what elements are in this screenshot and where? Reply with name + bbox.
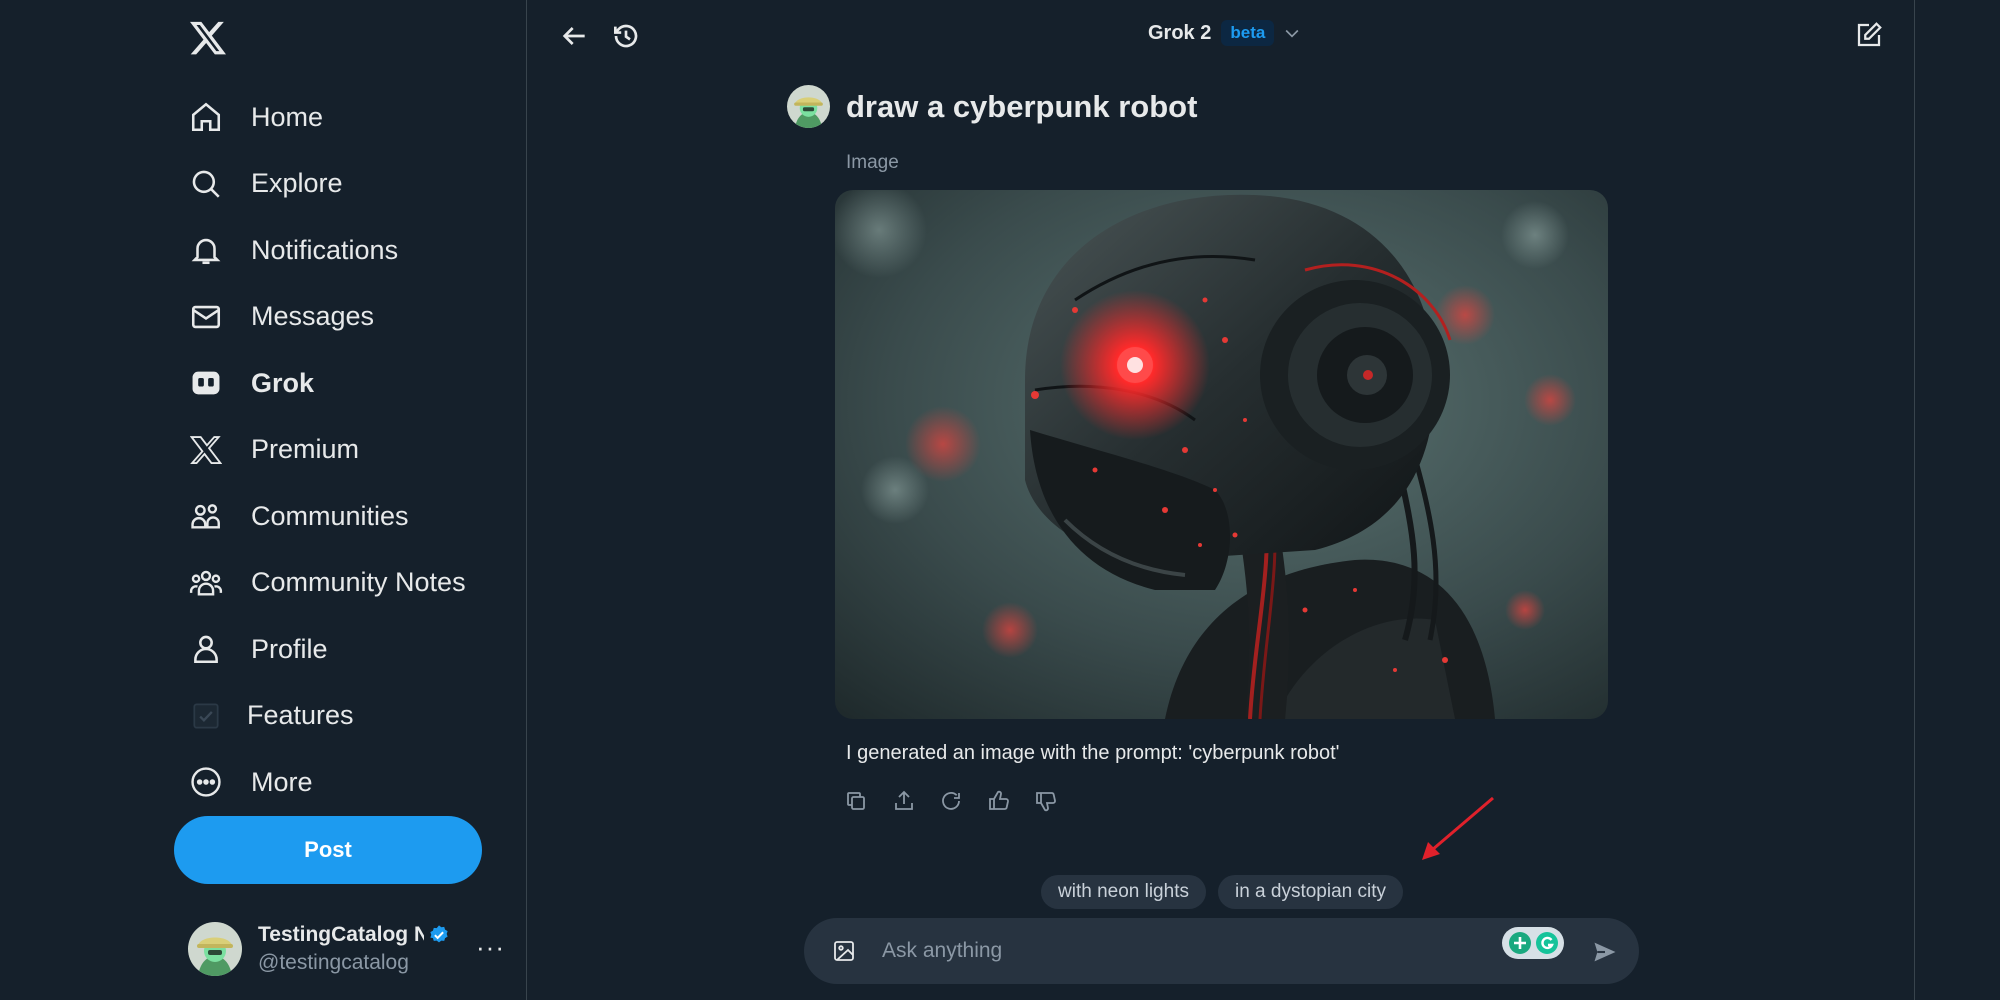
annotation-arrow-icon [1410, 790, 1500, 870]
community-notes-icon [188, 565, 224, 601]
regenerate-icon[interactable] [939, 789, 965, 815]
account-info: TestingCatalog Ne @testingcatalog [258, 923, 450, 975]
main-nav: Home Explore Notifications Messages Grok [188, 84, 466, 816]
nav-label: Notifications [251, 234, 399, 265]
ask-input[interactable] [882, 932, 1482, 970]
nav-label: Community Notes [251, 567, 466, 598]
nav-label: Messages [251, 301, 375, 332]
nav-label: Home [251, 101, 324, 132]
back-arrow-icon[interactable] [558, 20, 590, 52]
grok-icon [188, 365, 224, 401]
thumbs-down-icon[interactable] [1034, 789, 1060, 815]
nav-item-grok[interactable]: Grok [188, 350, 466, 417]
sidebar: Home Explore Notifications Messages Grok [0, 0, 527, 1000]
nav-item-home[interactable]: Home [188, 84, 466, 151]
verified-badge-icon [428, 924, 450, 946]
thumbs-up-icon[interactable] [987, 789, 1013, 815]
send-icon[interactable] [1591, 938, 1619, 966]
account-switcher[interactable]: TestingCatalog Ne @testingcatalog ··· [188, 920, 508, 978]
account-name: TestingCatalog Ne [258, 923, 450, 947]
nav-item-profile[interactable]: Profile [188, 616, 466, 683]
account-handle: @testingcatalog [258, 951, 409, 974]
column-divider [1914, 0, 1915, 1000]
home-icon [188, 99, 224, 135]
nav-label: Profile [251, 633, 328, 664]
account-more-icon[interactable]: ··· [476, 932, 505, 963]
x-logo-icon [188, 432, 224, 468]
nav-label: Grok [251, 367, 315, 398]
nav-item-messages[interactable]: Messages [188, 284, 466, 351]
search-icon [188, 166, 224, 202]
copy-icon[interactable] [844, 789, 870, 815]
composer [804, 918, 1639, 984]
nav-item-premium[interactable]: Premium [188, 417, 466, 484]
nav-item-more[interactable]: More [188, 749, 466, 816]
new-chat-icon[interactable] [1854, 20, 1886, 52]
x-logo-icon[interactable] [188, 18, 228, 58]
chevron-down-icon [1282, 23, 1302, 43]
nav-label: More [251, 766, 313, 797]
response-actions [844, 789, 1082, 815]
nav-label: Communities [251, 500, 409, 531]
more-circle-icon [188, 764, 224, 800]
avatar [787, 85, 830, 128]
extension-plus-icon [1508, 931, 1532, 955]
nav-item-community-notes[interactable]: Community Notes [188, 550, 466, 617]
nav-item-explore[interactable]: Explore [188, 151, 466, 218]
history-icon[interactable] [610, 20, 642, 52]
nav-label: Explore [251, 168, 343, 199]
grammarly-icon [1535, 931, 1559, 955]
nav-item-communities[interactable]: Communities [188, 483, 466, 550]
image-label: Image [846, 152, 899, 173]
model-name: Grok 2 [1148, 21, 1212, 44]
bell-icon [188, 232, 224, 268]
checkbox-icon [188, 698, 224, 734]
user-prompt: draw a cyberpunk robot [787, 85, 1197, 128]
avatar [188, 922, 242, 976]
nav-label: Features [247, 700, 354, 731]
nav-item-notifications[interactable]: Notifications [188, 217, 466, 284]
post-button[interactable]: Post [174, 816, 482, 884]
beta-badge: beta [1221, 20, 1275, 46]
suggestion-chips: with neon lights in a dystopian city [1041, 875, 1415, 909]
generated-image[interactable] [835, 190, 1608, 719]
account-name-text: TestingCatalog Ne [258, 923, 424, 946]
share-icon[interactable] [892, 789, 918, 815]
nav-item-features[interactable]: Features [188, 683, 466, 750]
suggestion-chip[interactable]: in a dystopian city [1217, 875, 1403, 909]
envelope-icon [188, 299, 224, 335]
image-attach-icon[interactable] [832, 939, 856, 963]
communities-icon [188, 498, 224, 534]
extension-badge[interactable] [1502, 927, 1564, 959]
model-selector[interactable]: Grok 2 beta [1148, 20, 1302, 46]
suggestion-chip[interactable]: with neon lights [1041, 875, 1206, 909]
nav-label: Premium [251, 434, 360, 465]
person-icon [188, 631, 224, 667]
response-text: I generated an image with the prompt: 'c… [846, 742, 1340, 764]
prompt-text: draw a cyberpunk robot [846, 88, 1198, 124]
